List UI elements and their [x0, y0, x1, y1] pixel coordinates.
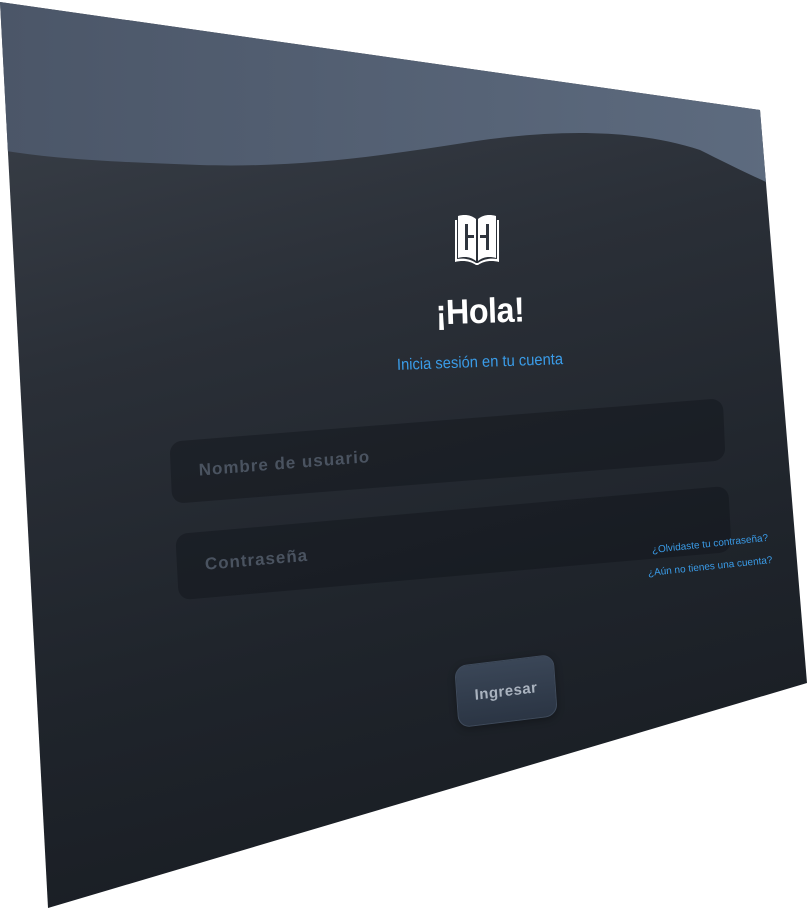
book-h-logo-icon	[455, 215, 499, 265]
username-input[interactable]	[169, 398, 726, 504]
login-button[interactable]: Ingresar	[454, 653, 558, 729]
username-field	[169, 398, 726, 504]
password-input[interactable]	[175, 485, 732, 601]
header-wave	[0, 2, 807, 200]
login-screen: ¡Hola! Inicia sesión en tu cuenta ¿Olvid…	[0, 2, 807, 908]
device-frame: ¡Hola! Inicia sesión en tu cuenta ¿Olvid…	[0, 0, 807, 909]
signup-link[interactable]: ¿Aún no tienes una cuenta?	[647, 555, 773, 579]
password-field	[175, 485, 732, 601]
page-title: ¡Hola!	[435, 290, 525, 333]
page-subtitle: Inicia sesión en tu cuenta	[396, 351, 564, 374]
